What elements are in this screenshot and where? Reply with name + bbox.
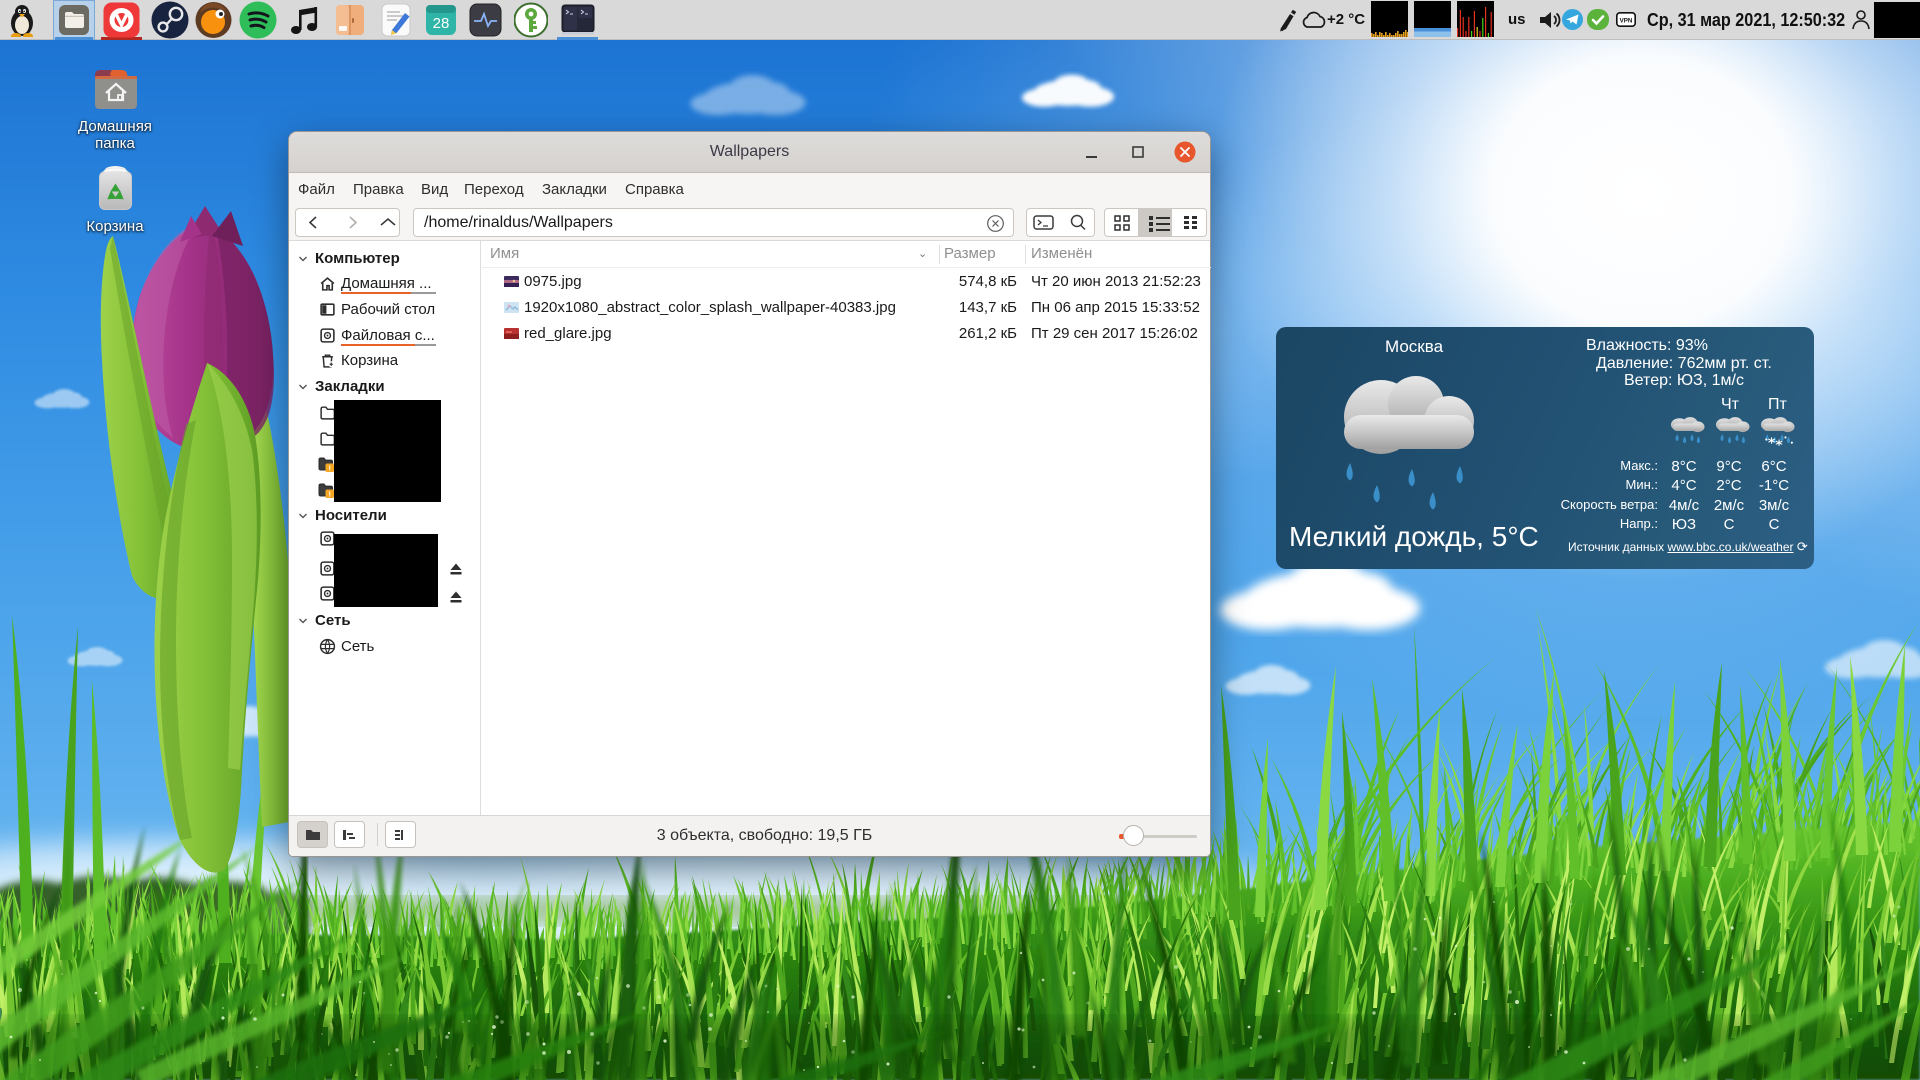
svg-text:!: !	[329, 463, 331, 472]
svg-text:!: !	[329, 489, 331, 498]
svg-text:VPN: VPN	[1620, 18, 1633, 25]
svg-text:28: 28	[433, 15, 450, 32]
